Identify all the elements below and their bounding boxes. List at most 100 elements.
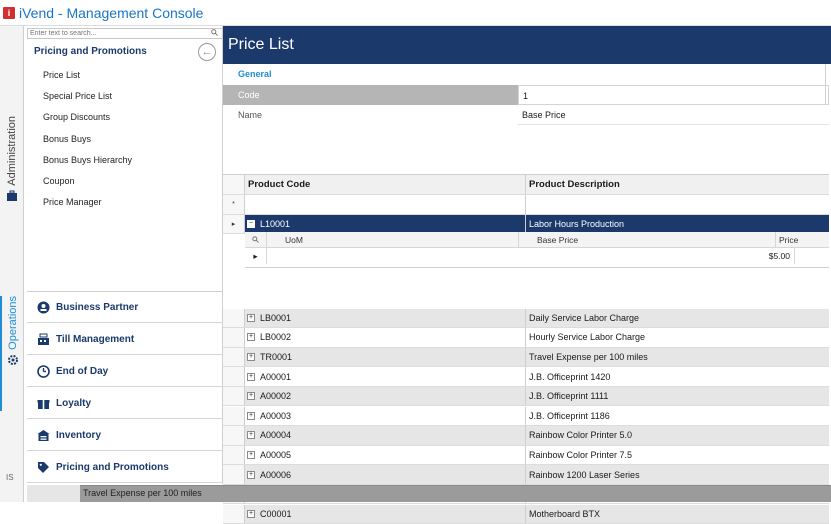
tab-operations[interactable]: Operations bbox=[0, 296, 24, 411]
detail-column-base-price[interactable]: Base Price bbox=[519, 232, 776, 247]
table-row[interactable]: +A00001J.B. Officeprint 1420 bbox=[223, 367, 829, 387]
product-code-cell[interactable]: + TR0001 bbox=[245, 348, 526, 367]
table-row[interactable]: +C00001Motherboard BTX bbox=[223, 505, 829, 524]
product-code-cell[interactable]: +A00004 bbox=[245, 426, 526, 445]
name-field[interactable]: Base Price bbox=[518, 105, 829, 125]
expand-icon[interactable]: + bbox=[247, 373, 255, 381]
tab-administration-label: Administration bbox=[6, 116, 18, 186]
product-description-cell[interactable]: Hourly Service Labor Charge bbox=[526, 328, 829, 347]
product-description-cell[interactable]: Rainbow Color Printer 7.5 bbox=[526, 446, 829, 465]
nav-item-special-price-list[interactable]: Special Price List bbox=[43, 90, 132, 111]
detail-column-price[interactable]: Price bbox=[776, 232, 829, 247]
product-code-cell[interactable]: + A00005 bbox=[245, 446, 526, 465]
product-description-cell[interactable]: Motherboard BTX bbox=[526, 505, 829, 524]
nav-item-price-manager[interactable]: Price Manager bbox=[43, 196, 132, 217]
detail-search-icon[interactable] bbox=[245, 232, 267, 247]
extra-tab-label[interactable]: IS bbox=[6, 473, 14, 482]
product-description-cell[interactable]: Rainbow Color Printer 5.0 bbox=[526, 426, 829, 445]
module-pricing-and-promotions[interactable]: Pricing and Promotions bbox=[27, 452, 223, 483]
detail-header-row: UoM Base Price Price bbox=[245, 232, 829, 248]
search-icon[interactable] bbox=[211, 29, 218, 36]
name-field-row: Name Base Price bbox=[223, 105, 829, 125]
back-button[interactable]: ← bbox=[198, 43, 216, 61]
product-code-cell[interactable]: +A00001 bbox=[245, 367, 526, 386]
detail-base-price-value[interactable]: $5.00 bbox=[267, 248, 795, 264]
module-loyalty[interactable]: Loyalty bbox=[27, 388, 223, 419]
detail-row[interactable]: ▸ $5.00 bbox=[245, 248, 829, 264]
product-code-cell[interactable]: +C00001 bbox=[245, 505, 526, 524]
code-label: Code bbox=[223, 85, 518, 105]
table-row[interactable]: + TR0001 Travel Expense per 100 miles bbox=[223, 348, 829, 368]
module-till-management[interactable]: Till Management bbox=[27, 324, 223, 355]
module-business-partner[interactable]: Business Partner bbox=[27, 292, 223, 323]
table-row[interactable]: + A00005 Rainbow Color Printer 7.5 bbox=[223, 446, 829, 466]
product-description-cell[interactable]: Travel Expense per 100 miles bbox=[526, 348, 829, 367]
new-row-description-cell[interactable] bbox=[526, 195, 829, 214]
product-code-text: TR0001 bbox=[260, 352, 292, 362]
product-code-cell[interactable]: +LB0002 bbox=[245, 328, 526, 347]
expand-icon[interactable]: + bbox=[247, 392, 255, 400]
expand-icon[interactable]: + bbox=[247, 314, 255, 322]
product-code-cell[interactable]: −L10001 bbox=[245, 215, 526, 234]
product-code-cell[interactable]: +A00002 bbox=[245, 387, 526, 406]
row-indicator bbox=[223, 367, 245, 386]
tab-administration[interactable]: Administration bbox=[0, 116, 24, 241]
code-field[interactable]: 1 bbox=[518, 85, 829, 105]
expand-icon[interactable]: + bbox=[247, 510, 255, 518]
expand-icon[interactable]: + bbox=[247, 471, 255, 479]
row-indicator bbox=[223, 407, 245, 426]
row-indicator bbox=[223, 505, 245, 524]
product-description-cell[interactable]: Labor Hours Production bbox=[526, 215, 829, 234]
product-description-cell[interactable]: Rainbow 1200 Laser Series bbox=[526, 465, 829, 484]
table-row[interactable]: +A00004Rainbow Color Printer 5.0 bbox=[223, 426, 829, 446]
vertical-scrollbar[interactable] bbox=[825, 64, 831, 104]
nav-list: Price List Special Price List Group Disc… bbox=[43, 69, 132, 217]
product-code-cell[interactable]: + LB0001 bbox=[245, 309, 526, 328]
expand-icon[interactable]: + bbox=[247, 431, 255, 439]
table-row[interactable]: +A00002J.B. Officeprint 1111 bbox=[223, 387, 829, 407]
product-code-text: LB0001 bbox=[260, 313, 291, 323]
current-row-indicator: ▸ bbox=[223, 215, 245, 234]
grid-header-row: Product Code Product Description bbox=[223, 175, 829, 195]
new-row-code-cell[interactable] bbox=[245, 195, 526, 214]
product-description-cell[interactable]: J.B. Officeprint 1111 bbox=[526, 387, 829, 406]
collapse-icon[interactable]: − bbox=[247, 220, 255, 228]
new-row[interactable]: * bbox=[223, 195, 829, 215]
nav-item-coupon[interactable]: Coupon bbox=[43, 175, 132, 196]
product-code-cell[interactable]: +A00003 bbox=[245, 407, 526, 426]
product-description-cell[interactable]: J.B. Officeprint 1186 bbox=[526, 407, 829, 426]
column-header-product-code[interactable]: Product Code bbox=[245, 175, 526, 194]
nav-item-group-discounts[interactable]: Group Discounts bbox=[43, 111, 132, 132]
detail-subgrid: UoM Base Price Price ▸ $5.00 bbox=[245, 232, 829, 268]
product-code-text: L10001 bbox=[260, 219, 290, 229]
status-bar-left bbox=[27, 485, 80, 502]
product-code-cell[interactable]: +A00006 bbox=[245, 465, 526, 484]
module-end-of-day[interactable]: End of Day bbox=[27, 356, 223, 387]
expand-icon[interactable]: + bbox=[247, 353, 255, 361]
nav-item-price-list[interactable]: Price List bbox=[43, 69, 132, 90]
nav-item-bonus-buys[interactable]: Bonus Buys bbox=[43, 133, 132, 154]
row-indicator bbox=[223, 446, 245, 465]
clock-icon bbox=[37, 365, 50, 378]
products-grid: Product Code Product Description * ▸ −L1… bbox=[223, 174, 829, 485]
product-description-cell[interactable]: Daily Service Labor Charge bbox=[526, 309, 829, 328]
nav-search-input[interactable] bbox=[27, 28, 223, 39]
detail-column-uom[interactable]: UoM bbox=[267, 232, 519, 247]
main-content: Price List General Code 1 Name Base Pric… bbox=[223, 26, 831, 485]
briefcase-icon bbox=[6, 190, 18, 202]
gear-icon bbox=[7, 354, 19, 366]
table-row[interactable]: +A00006Rainbow 1200 Laser Series bbox=[223, 465, 829, 485]
row-indicator bbox=[223, 309, 245, 328]
module-inventory[interactable]: Inventory bbox=[27, 420, 223, 451]
expand-icon[interactable]: + bbox=[247, 451, 255, 459]
expand-icon[interactable]: + bbox=[247, 412, 255, 420]
table-row[interactable]: + LB0001 Daily Service Labor Charge bbox=[223, 309, 829, 329]
table-row[interactable]: +A00003J.B. Officeprint 1186 bbox=[223, 407, 829, 427]
nav-item-bonus-buys-hierarchy[interactable]: Bonus Buys Hierarchy bbox=[43, 154, 132, 175]
table-row[interactable]: +LB0002Hourly Service Labor Charge bbox=[223, 328, 829, 348]
product-code-text: A00005 bbox=[260, 450, 291, 460]
title-bar: i iVend - Management Console bbox=[0, 0, 831, 26]
expand-icon[interactable]: + bbox=[247, 333, 255, 341]
column-header-product-description[interactable]: Product Description bbox=[526, 175, 829, 194]
product-description-cell[interactable]: J.B. Officeprint 1420 bbox=[526, 367, 829, 386]
